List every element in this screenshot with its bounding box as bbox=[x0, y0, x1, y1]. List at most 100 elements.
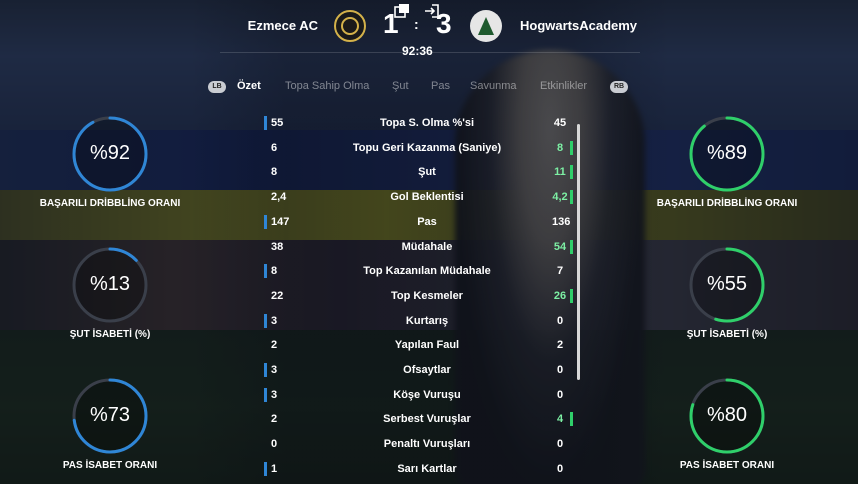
stat-row: 38 Müdahale 54 bbox=[262, 238, 582, 258]
away-stat-value: 45 bbox=[553, 117, 567, 129]
stats-scrollbar[interactable] bbox=[577, 124, 580, 380]
stat-label: Penaltı Vuruşları bbox=[383, 438, 471, 451]
away-gauge: %89 BAŞARILI DRİBBLİNG ORANI bbox=[647, 112, 807, 209]
away-stat-value: 0 bbox=[556, 438, 564, 451]
home-lead-bar bbox=[264, 116, 267, 130]
home-stat-value: 147 bbox=[271, 215, 290, 228]
home-stat-value: 2,4 bbox=[271, 191, 287, 204]
stat-row: 55 Topa S. Olma %'si 45 bbox=[262, 114, 582, 134]
tab-pas[interactable]: Pas bbox=[431, 80, 450, 92]
away-stat-value: 0 bbox=[556, 364, 564, 376]
gauge-value: %80 bbox=[706, 404, 748, 426]
home-team-name: Ezmece AC bbox=[247, 18, 318, 33]
scoreboard-header: Ezmece AC 1 : 3 HogwartsAcademy 92:36 bbox=[0, 0, 858, 60]
gauge-value: %55 bbox=[706, 273, 748, 295]
match-clock: 92:36 bbox=[402, 44, 433, 58]
home-stat-value: 3 bbox=[271, 364, 278, 376]
stat-row: 2 Yapılan Faul 2 bbox=[262, 336, 582, 356]
gauge-value: %13 bbox=[89, 273, 131, 295]
stat-row: 3 Köşe Vuruşu 0 bbox=[262, 386, 582, 406]
away-stat-value: 54 bbox=[553, 240, 567, 253]
home-stat-value: 2 bbox=[271, 339, 278, 352]
gauge-caption: PAS İSABET ORANI bbox=[679, 460, 775, 471]
stat-row: 1 Sarı Kartlar 0 bbox=[262, 460, 582, 480]
home-stat-value: 22 bbox=[271, 289, 284, 302]
home-gauge: %73 PAS İSABET ORANI bbox=[30, 374, 190, 471]
away-score: 3 bbox=[436, 8, 452, 39]
gauge-caption: BAŞARILI DRİBBLİNG ORANI bbox=[656, 198, 798, 209]
away-stat-value: 0 bbox=[556, 462, 564, 475]
gauge-caption: ŞUT İSABETİ (%) bbox=[686, 329, 768, 340]
tab-sut[interactable]: Şut bbox=[392, 80, 409, 92]
away-lead-bar bbox=[570, 288, 573, 303]
stat-label: Yapılan Faul bbox=[394, 339, 460, 352]
ezmece-crest-icon bbox=[334, 10, 366, 42]
home-lead-bar bbox=[264, 264, 267, 279]
home-stat-value: 2 bbox=[271, 413, 278, 426]
away-stat-value: 26 bbox=[553, 289, 567, 302]
home-gauge: %92 BAŞARILI DRİBBLİNG ORANI bbox=[30, 112, 190, 209]
home-lead-bar bbox=[264, 214, 267, 229]
stat-row: 8 Şut 11 bbox=[262, 163, 582, 183]
tab-etkinlikler[interactable]: Etkinlikler bbox=[540, 80, 587, 92]
away-stat-value: 4 bbox=[556, 413, 564, 426]
away-lead-bar bbox=[570, 190, 573, 205]
lb-button[interactable]: LB bbox=[208, 81, 226, 93]
gauge-value: %73 bbox=[89, 404, 131, 426]
stat-row: 3 Kurtarış 0 bbox=[262, 312, 582, 332]
away-lead-bar bbox=[570, 165, 573, 180]
stat-row: 3 Ofsaytlar 0 bbox=[262, 361, 582, 381]
home-stat-value: 38 bbox=[271, 240, 284, 253]
home-stat-value: 3 bbox=[271, 388, 278, 401]
hogwarts-crest-icon bbox=[470, 10, 502, 42]
stat-row: 8 Top Kazanılan Müdahale 7 bbox=[262, 262, 582, 282]
stat-row: 0 Penaltı Vuruşları 0 bbox=[262, 435, 582, 455]
away-stat-value: 136 bbox=[552, 215, 571, 228]
home-lead-bar bbox=[264, 313, 267, 328]
home-stat-value: 6 bbox=[271, 141, 278, 154]
away-stat-value: 0 bbox=[556, 314, 564, 327]
away-team-name: HogwartsAcademy bbox=[520, 18, 638, 33]
stat-label: Şut bbox=[418, 166, 436, 179]
stat-label: Kurtarış bbox=[405, 314, 449, 327]
away-stat-value: 4,2 bbox=[552, 191, 568, 204]
gauge-caption: ŞUT İSABETİ (%) bbox=[69, 329, 151, 340]
stat-row: 2 Serbest Vuruşlar 4 bbox=[262, 410, 582, 430]
away-stat-value: 7 bbox=[556, 265, 564, 278]
stat-label: Top Kesmeler bbox=[391, 289, 463, 302]
away-stat-value: 11 bbox=[554, 166, 566, 179]
stat-label: Gol Beklentisi bbox=[390, 191, 464, 204]
score-separator: : bbox=[414, 16, 419, 32]
tab-ozet[interactable]: Özet bbox=[237, 80, 261, 92]
stat-label: Ofsaytlar bbox=[403, 364, 451, 376]
home-stat-value: 8 bbox=[271, 265, 278, 278]
gauge-caption: BAŞARILI DRİBBLİNG ORANI bbox=[39, 198, 181, 209]
away-lead-bar bbox=[570, 140, 573, 155]
away-gauge: %55 ŞUT İSABETİ (%) bbox=[647, 243, 807, 340]
stats-tabs: LB Özet Topa Sahip Olma Şut Pas Savunma … bbox=[0, 80, 858, 96]
away-stat-value: 8 bbox=[556, 141, 564, 154]
home-gauge: %13 ŞUT İSABETİ (%) bbox=[30, 243, 190, 340]
gauge-caption: PAS İSABET ORANI bbox=[62, 460, 158, 471]
tab-savunma[interactable]: Savunma bbox=[470, 80, 516, 92]
gauge-value: %89 bbox=[706, 142, 748, 164]
tab-topa-sahip-olma[interactable]: Topa Sahip Olma bbox=[285, 80, 369, 92]
stat-row: 147 Pas 136 bbox=[262, 213, 582, 233]
stat-row: 2,4 Gol Beklentisi 4,2 bbox=[262, 188, 582, 208]
stat-label: Müdahale bbox=[401, 240, 453, 253]
home-stat-value: 8 bbox=[271, 166, 278, 179]
stat-row: 22 Top Kesmeler 26 bbox=[262, 287, 582, 307]
stat-label: Köşe Vuruşu bbox=[393, 388, 461, 401]
away-lead-bar bbox=[570, 239, 573, 254]
stat-label: Sarı Kartlar bbox=[397, 462, 457, 475]
home-lead-bar bbox=[264, 387, 267, 402]
stat-label: Topa S. Olma %'si bbox=[379, 117, 475, 129]
popout-icon[interactable] bbox=[394, 4, 410, 18]
stat-label: Top Kazanılan Müdahale bbox=[363, 265, 491, 278]
home-stat-value: 3 bbox=[271, 314, 278, 327]
home-stat-value: 1 bbox=[271, 462, 278, 475]
rb-button[interactable]: RB bbox=[610, 81, 628, 93]
stat-label: Pas bbox=[417, 215, 437, 228]
home-stat-value: 0 bbox=[271, 438, 278, 451]
gauge-value: %92 bbox=[89, 142, 131, 164]
